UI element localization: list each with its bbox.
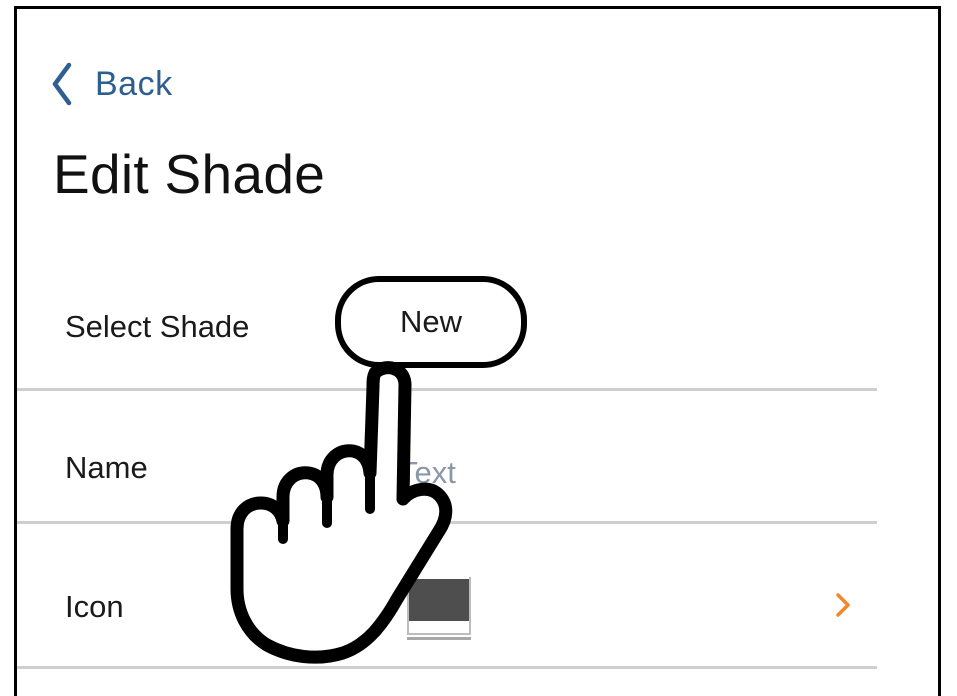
app-frame: Back Edit Shade Select Shade New Name Ic… bbox=[14, 6, 941, 696]
swatch-fill bbox=[409, 579, 469, 621]
name-field[interactable] bbox=[399, 449, 699, 497]
icon-swatch[interactable] bbox=[407, 577, 471, 643]
select-shade-value: New bbox=[399, 304, 462, 339]
back-button[interactable]: Back bbox=[51, 61, 173, 107]
chevron-right-icon[interactable] bbox=[835, 592, 851, 618]
divider bbox=[17, 388, 877, 391]
icon-label: Icon bbox=[65, 589, 124, 624]
swatch-underline bbox=[407, 637, 471, 640]
divider bbox=[17, 521, 877, 524]
back-label: Back bbox=[95, 64, 173, 103]
chevron-left-icon bbox=[52, 62, 72, 106]
select-shade-dropdown[interactable]: New bbox=[335, 276, 527, 368]
page-title: Edit Shade bbox=[53, 143, 326, 205]
select-shade-label: Select Shade bbox=[65, 309, 250, 344]
divider bbox=[17, 666, 877, 669]
name-label: Name bbox=[65, 450, 148, 485]
